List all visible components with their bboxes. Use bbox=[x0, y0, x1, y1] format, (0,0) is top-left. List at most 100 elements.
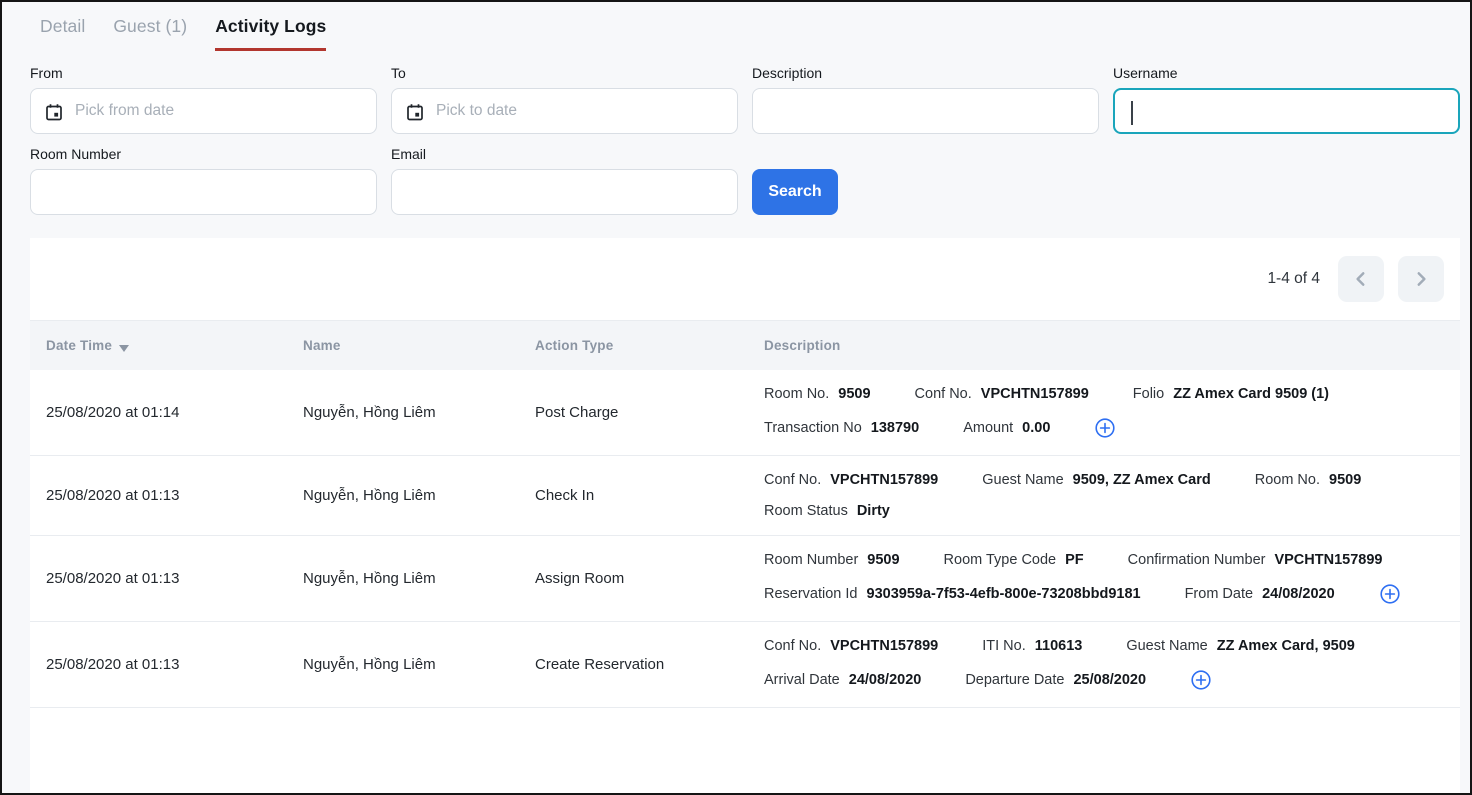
description-pair: Room Type CodePF bbox=[944, 552, 1084, 568]
cell-description: Conf No.VPCHTN157899ITI No.110613Guest N… bbox=[764, 622, 1460, 707]
description-pair: Room No. 9509 bbox=[764, 386, 871, 402]
username-label: Username bbox=[1113, 65, 1460, 81]
email-field: Email bbox=[391, 146, 738, 215]
cell-name: Nguyễn, Hồng Liêm bbox=[303, 487, 535, 504]
description-pair: Room Number9509 bbox=[764, 552, 900, 568]
expand-plus-icon[interactable] bbox=[1094, 417, 1116, 439]
description-pair: Guest NameZZ Amex Card, 9509 bbox=[1126, 638, 1354, 654]
description-pair: Conf No. VPCHTN157899 bbox=[764, 472, 938, 488]
cell-name: Nguyễn, Hồng Liêm bbox=[303, 570, 535, 587]
description-pair-label: Guest Name bbox=[1126, 638, 1207, 654]
description-pair-value: 9509 bbox=[838, 386, 870, 402]
description-pair-label: Room Status bbox=[764, 503, 848, 519]
cell-action-type: Create Reservation bbox=[535, 656, 764, 673]
search-button[interactable]: Search bbox=[752, 169, 838, 215]
previous-page-button[interactable] bbox=[1338, 256, 1384, 302]
expand-plus-icon[interactable] bbox=[1190, 669, 1212, 691]
description-pair-value: VPCHTN157899 bbox=[830, 472, 938, 488]
room-number-field: Room Number bbox=[30, 146, 377, 215]
description-pair-label: Conf No. bbox=[764, 472, 821, 488]
description-pair-value: 9509 bbox=[1329, 472, 1361, 488]
description-pair-label: Departure Date bbox=[965, 672, 1064, 688]
description-pair-value: 138790 bbox=[871, 420, 919, 436]
email-input[interactable] bbox=[392, 170, 737, 214]
description-pair: ITI No. 110613 bbox=[982, 638, 1082, 654]
username-input[interactable] bbox=[1115, 90, 1458, 132]
table-row: 25/08/2020 at 01:13Nguyễn, Hồng LiêmChec… bbox=[30, 456, 1460, 536]
cell-date-time: 25/08/2020 at 01:13 bbox=[46, 570, 303, 587]
filter-panel: From To bbox=[30, 65, 1460, 215]
username-field: Username bbox=[1113, 65, 1460, 134]
description-pair-value: VPCHTN157899 bbox=[1274, 552, 1382, 568]
description-pair-label: Room No. bbox=[764, 386, 829, 402]
description-pair-value: 24/08/2020 bbox=[1262, 586, 1335, 602]
cell-date-time: 25/08/2020 at 01:14 bbox=[46, 404, 303, 421]
description-pair: Amount0.00 bbox=[963, 420, 1050, 436]
description-pair-label: Room Number bbox=[764, 552, 858, 568]
description-pair-label: Transaction No bbox=[764, 420, 862, 436]
description-pair: From Date 24/08/2020 bbox=[1185, 586, 1335, 602]
description-pair-label: From Date bbox=[1185, 586, 1254, 602]
from-date-field: From bbox=[30, 65, 377, 134]
description-pair: Room No.9509 bbox=[1255, 472, 1362, 488]
from-date-input[interactable] bbox=[31, 89, 376, 133]
cell-name: Nguyễn, Hồng Liêm bbox=[303, 404, 535, 421]
room-number-input[interactable] bbox=[31, 170, 376, 214]
description-pair-label: Confirmation Number bbox=[1128, 552, 1266, 568]
description-pair-label: Reservation Id bbox=[764, 586, 858, 602]
chevron-right-icon bbox=[1412, 270, 1430, 288]
email-label: Email bbox=[391, 146, 738, 162]
description-pair-label: Arrival Date bbox=[764, 672, 840, 688]
chevron-left-icon bbox=[1352, 270, 1370, 288]
description-pair: Reservation Id 9303959a-7f53-4efb-800e-73… bbox=[764, 586, 1141, 602]
description-pair-value: 24/08/2020 bbox=[849, 672, 922, 688]
description-pair-value: 9303959a-7f53-4efb-800e-73208bbd9181 bbox=[867, 586, 1141, 602]
cell-action-type: Post Charge bbox=[535, 404, 764, 421]
tab-activity-logs[interactable]: Activity Logs bbox=[215, 16, 326, 51]
table-row: 25/08/2020 at 01:14Nguyễn, Hồng LiêmPost… bbox=[30, 370, 1460, 456]
column-header-description[interactable]: Description bbox=[764, 338, 1460, 353]
description-input[interactable] bbox=[753, 89, 1098, 133]
next-page-button[interactable] bbox=[1398, 256, 1444, 302]
description-pair-value: ZZ Amex Card 9509 (1) bbox=[1173, 386, 1329, 402]
table-body: 25/08/2020 at 01:14Nguyễn, Hồng LiêmPost… bbox=[30, 370, 1460, 708]
text-cursor bbox=[1131, 101, 1133, 125]
cell-name: Nguyễn, Hồng Liêm bbox=[303, 656, 535, 673]
cell-action-type: Check In bbox=[535, 487, 764, 504]
column-header-name[interactable]: Name bbox=[303, 338, 535, 353]
description-pair-value: 25/08/2020 bbox=[1073, 672, 1146, 688]
column-header-action-type[interactable]: Action Type bbox=[535, 338, 764, 353]
cell-date-time: 25/08/2020 at 01:13 bbox=[46, 487, 303, 504]
description-pair-label: Folio bbox=[1133, 386, 1164, 402]
activity-logs-screen: Detail Guest (1) Activity Logs From To bbox=[0, 0, 1472, 795]
description-pair-label: Room Type Code bbox=[944, 552, 1057, 568]
to-date-field: To bbox=[391, 65, 738, 134]
description-pair: Room Status Dirty bbox=[764, 503, 890, 519]
description-pair: Conf No.VPCHTN157899 bbox=[915, 386, 1089, 402]
results-card: 1-4 of 4 Date Time Name Action Type bbox=[30, 238, 1460, 793]
description-pair: Arrival Date 24/08/2020 bbox=[764, 672, 921, 688]
description-pair: Confirmation Number VPCHTN157899 bbox=[1128, 552, 1383, 568]
description-pair-label: Guest Name bbox=[982, 472, 1063, 488]
description-pair-label: ITI No. bbox=[982, 638, 1026, 654]
cell-description: Room Number9509 Room Type CodePF Confirmat… bbox=[764, 536, 1460, 621]
pagination-bar: 1-4 of 4 bbox=[30, 238, 1460, 320]
column-header-date-time[interactable]: Date Time bbox=[46, 338, 303, 353]
table-row: 25/08/2020 at 01:13Nguyễn, Hồng LiêmAssi… bbox=[30, 536, 1460, 622]
from-label: From bbox=[30, 65, 377, 81]
tab-detail[interactable]: Detail bbox=[40, 16, 85, 51]
description-pair: Folio ZZ Amex Card 9509 (1) bbox=[1133, 386, 1329, 402]
sort-descending-icon bbox=[119, 345, 129, 352]
description-pair-value: VPCHTN157899 bbox=[830, 638, 938, 654]
description-pair: Guest Name9509, ZZ Amex Card bbox=[982, 472, 1210, 488]
expand-plus-icon[interactable] bbox=[1379, 583, 1401, 605]
description-pair: Departure Date 25/08/2020 bbox=[965, 672, 1146, 688]
to-label: To bbox=[391, 65, 738, 81]
tab-guest[interactable]: Guest (1) bbox=[113, 16, 187, 51]
to-date-input[interactable] bbox=[392, 89, 737, 133]
tab-bar: Detail Guest (1) Activity Logs bbox=[2, 2, 1470, 51]
cell-date-time: 25/08/2020 at 01:13 bbox=[46, 656, 303, 673]
cell-action-type: Assign Room bbox=[535, 570, 764, 587]
description-pair-value: Dirty bbox=[857, 503, 890, 519]
description-pair-value: 110613 bbox=[1035, 638, 1083, 654]
